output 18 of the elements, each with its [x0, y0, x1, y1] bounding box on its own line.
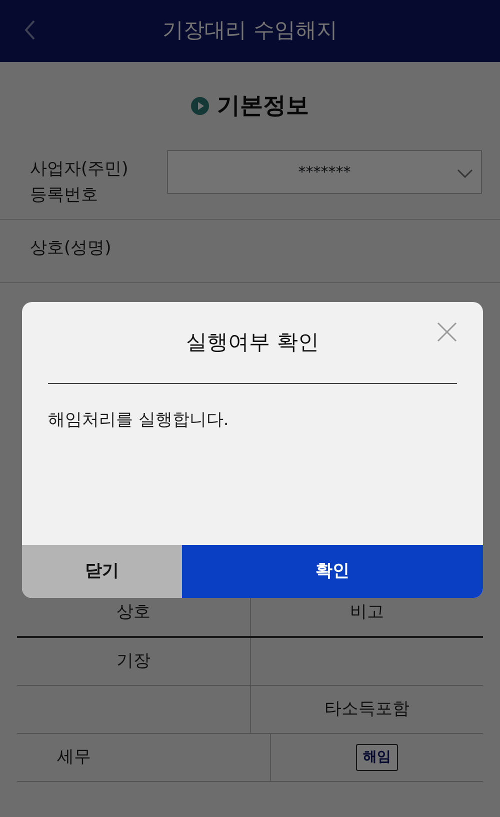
page-title: 기장대리 수임해지: [162, 17, 338, 44]
column-header: 상호: [115, 601, 152, 624]
table-cell-text: 세무: [56, 746, 92, 769]
confirm-button[interactable]: 확인: [182, 545, 483, 598]
dialog-title: 실행여부 확인: [48, 302, 457, 384]
dialog-message: 해임처리를 실행합니다.: [47, 409, 230, 432]
close-button[interactable]: 닫기: [22, 545, 182, 598]
dismiss-button[interactable]: 해임: [356, 744, 398, 771]
field-label: 사업자(주민) 등록번호: [30, 158, 130, 208]
chevron-down-icon: [457, 169, 473, 179]
select-field[interactable]: *******: [167, 150, 482, 194]
table-cell: 타소득포함: [250, 686, 483, 733]
play-circle-icon: [191, 97, 209, 115]
back-icon[interactable]: [24, 19, 36, 41]
table-cell-text: 기장: [115, 650, 152, 673]
close-icon[interactable]: [437, 322, 457, 342]
field-label: 상호(성명): [30, 237, 112, 260]
section-title: 기본정보: [217, 92, 309, 121]
